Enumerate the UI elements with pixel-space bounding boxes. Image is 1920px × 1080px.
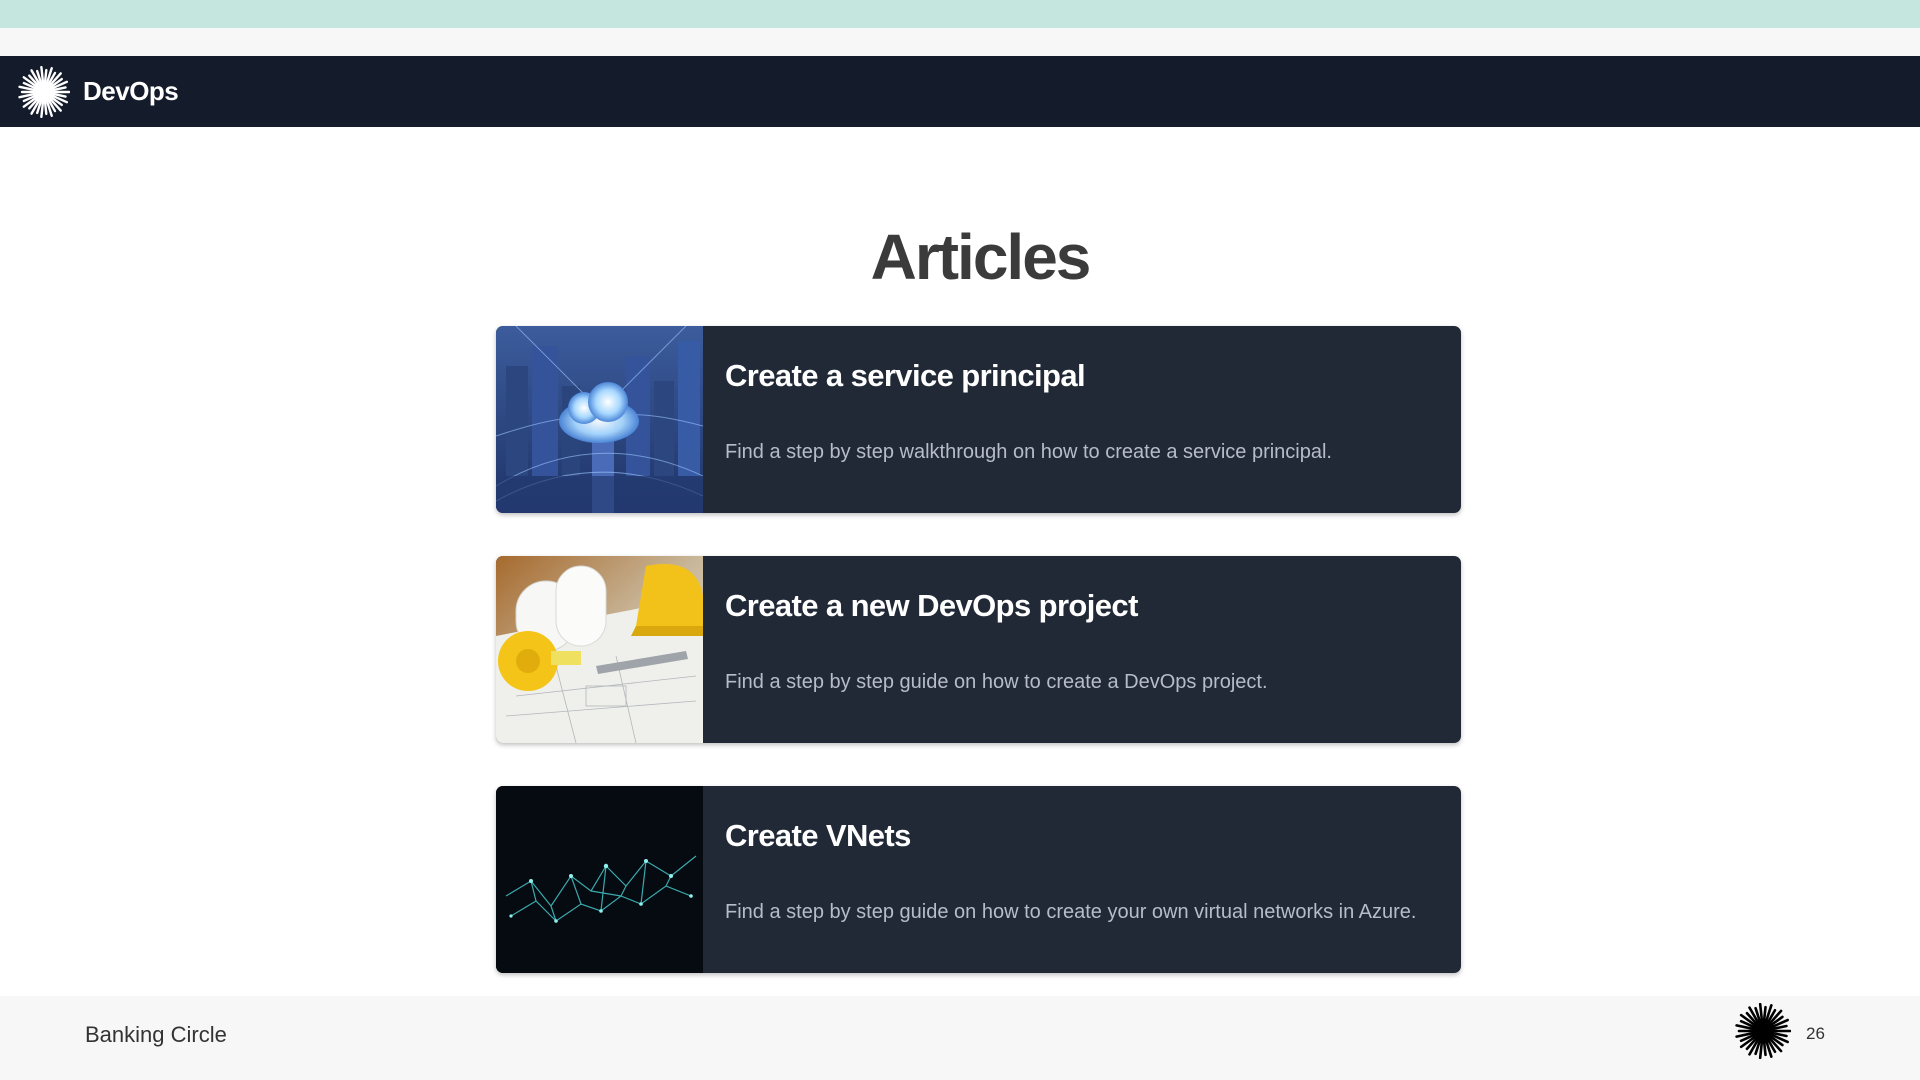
article-title[interactable]: Create a service principal [725,358,1086,394]
company-name: Banking Circle [85,1022,227,1047]
brand-name[interactable]: DevOps [83,76,179,107]
article-title[interactable]: Create a new DevOps project [725,588,1138,624]
construction-tools-image [496,556,703,743]
page-number: 26 [1806,1024,1825,1043]
article-card-vnets[interactable]: Create VNets Find a step by step guide o… [496,786,1461,973]
cloud-city-image [496,326,703,513]
article-description: Find a step by step guide on how to crea… [725,671,1268,693]
article-card-service-principal[interactable]: Create a service principal Find a step b… [496,326,1461,513]
slide-footer: Banking Circle 26 [0,996,1920,1080]
app-header: DevOps [0,56,1920,127]
article-title[interactable]: Create VNets [725,818,911,854]
page-title: Articles [870,221,1092,293]
article-description: Find a step by step guide on how to crea… [725,901,1417,923]
article-description: Find a step by step walkthrough on how t… [725,441,1332,463]
article-card-devops-project[interactable]: Create a new DevOps project Find a step … [496,556,1461,743]
sunburst-logo-icon [1735,1003,1791,1059]
article-list: Create a service principal Find a step b… [496,326,1461,1016]
network-mesh-image [496,786,703,973]
top-accent-band [0,0,1920,28]
top-spacer [0,28,1920,56]
sunburst-logo-icon[interactable] [18,65,70,118]
